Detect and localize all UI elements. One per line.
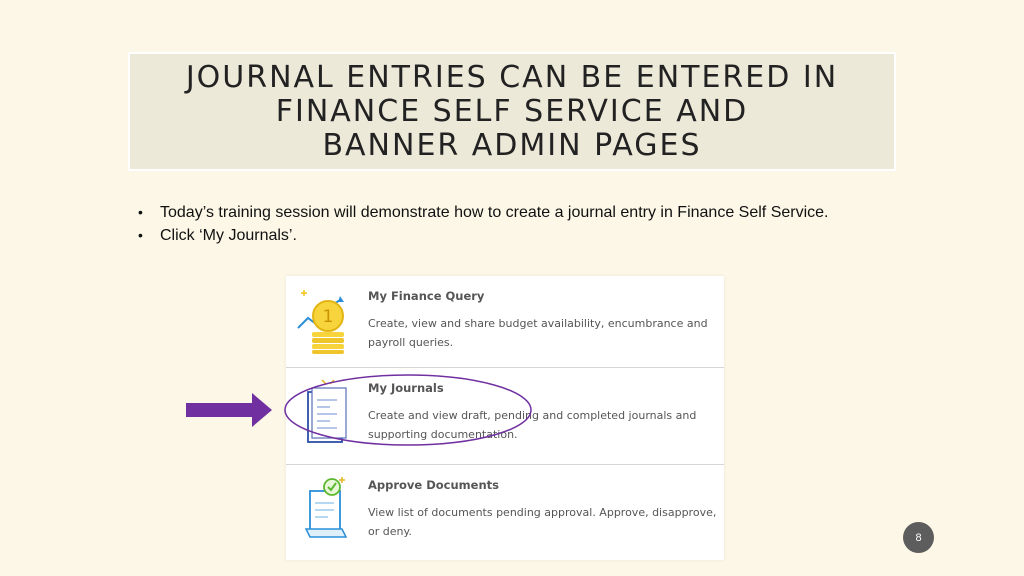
menu-card-approve-documents[interactable]: Approve Documents View list of documents… [286,464,724,557]
pointer-arrow-icon [186,393,272,427]
card-title[interactable]: My Finance Query [368,289,484,303]
card-title[interactable]: Approve Documents [368,478,499,492]
svg-text:1: 1 [323,307,334,327]
bullet-list: • Today’s training session will demonstr… [138,201,828,247]
bullet-dot-icon: • [138,227,143,243]
bullet-dot-icon: • [138,204,143,220]
slide-title-box: JOURNAL ENTRIES CAN BE ENTERED IN FINANC… [128,52,896,171]
card-description: Create, view and share budget availabili… [368,317,708,349]
approve-document-icon [304,477,348,538]
page-number-badge: 8 [903,522,934,553]
bullet-item: • Today’s training session will demonstr… [138,201,828,224]
bullet-item: • Click ‘My Journals’. [138,224,828,247]
bullet-text: Today’s training session will demonstrat… [160,204,829,221]
menu-card-my-finance-query[interactable]: 1 My Finance Query Create, view and shar… [286,276,724,369]
highlight-ellipse [284,374,532,446]
coin-stack-chart-icon: 1 [297,290,344,354]
card-description: View list of documents pending approval.… [368,506,717,538]
slide-title-line-2: FINANCE SELF SERVICE AND [275,93,749,129]
slide-title-line-3: BANNER ADMIN PAGES [322,127,702,163]
slide-title-line-1: JOURNAL ENTRIES CAN BE ENTERED IN [185,59,839,95]
bullet-text: Click ‘My Journals’. [160,227,297,244]
